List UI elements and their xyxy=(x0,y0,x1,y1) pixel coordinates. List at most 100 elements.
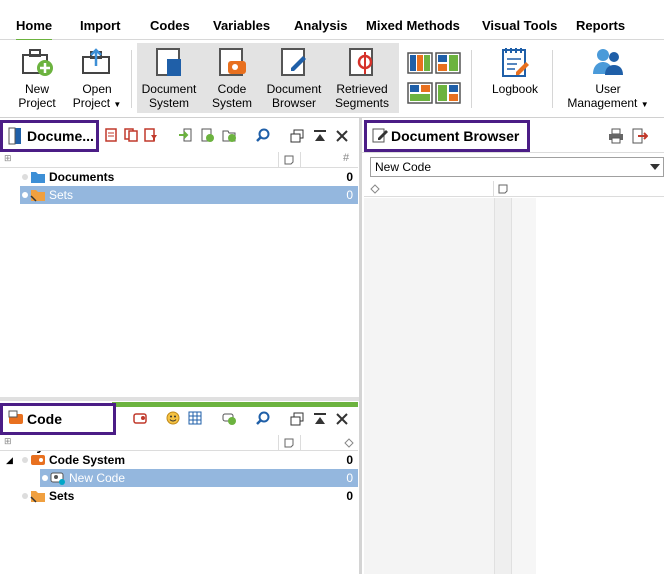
logbook-icon xyxy=(502,48,529,77)
filter-document-icon[interactable] xyxy=(144,128,158,142)
code-column-icon xyxy=(370,184,380,194)
search-icon[interactable] xyxy=(256,411,270,425)
tab-analysis[interactable]: Analysis xyxy=(294,18,347,33)
maximize-icon[interactable] xyxy=(313,412,327,426)
layout-2-icon[interactable] xyxy=(435,52,461,74)
tree-row-new-code[interactable]: New Code 0 xyxy=(40,469,358,487)
ribbon-separator xyxy=(552,50,553,108)
tree-count: 0 xyxy=(346,188,353,202)
retrieved-segments-button[interactable]: Retrieved Segments xyxy=(330,46,394,116)
tab-reports[interactable]: Reports xyxy=(576,18,625,33)
new-project-button[interactable]: New Project xyxy=(8,46,66,116)
browser-column-header xyxy=(364,181,664,197)
layout-4-icon[interactable] xyxy=(435,82,461,104)
pane-splitter-horizontal[interactable] xyxy=(0,397,359,401)
maximize-icon[interactable] xyxy=(313,129,327,143)
open-project-button[interactable]: Open Project ▼ xyxy=(68,46,126,116)
import-icon[interactable] xyxy=(178,128,192,142)
new-project-label-2: Project xyxy=(18,96,56,110)
bullet-icon xyxy=(22,457,28,463)
ribbon-separator xyxy=(131,50,132,108)
pane-splitter-vertical[interactable] xyxy=(359,118,362,574)
user-management-label-2: Management ▼ xyxy=(567,96,649,110)
tab-import[interactable]: Import xyxy=(80,18,120,33)
tab-mixed-methods[interactable]: Mixed Methods xyxy=(366,18,460,33)
tree-row-documents[interactable]: Documents 0 xyxy=(0,168,358,186)
code-select-dropdown[interactable]: New Code xyxy=(370,157,664,177)
close-icon[interactable] xyxy=(335,129,349,143)
tab-visual-tools[interactable]: Visual Tools xyxy=(482,18,557,33)
code-matrix-icon[interactable] xyxy=(188,411,202,425)
document-browser-icon xyxy=(281,48,306,76)
count-column-header: # xyxy=(343,152,350,164)
documents-folder-icon xyxy=(31,172,45,183)
tree-toggle-icon[interactable]: ⊞ xyxy=(4,153,12,164)
copy-document-icon[interactable] xyxy=(124,128,138,142)
tab-codes[interactable]: Codes xyxy=(150,18,190,33)
new-project-icon xyxy=(22,49,53,76)
bullet-icon xyxy=(22,192,28,198)
new-folder-icon[interactable] xyxy=(222,128,236,142)
search-icon[interactable] xyxy=(256,128,270,142)
open-project-icon xyxy=(82,48,110,74)
user-management-label-1: User xyxy=(595,82,621,96)
document-browser-label-2: Browser xyxy=(271,96,316,110)
new-code-set-icon[interactable] xyxy=(222,411,236,425)
code-system-icon xyxy=(8,410,23,424)
retrieved-segments-icon xyxy=(349,48,373,76)
code-margin-area[interactable] xyxy=(364,198,494,574)
code-system-label-1: Code xyxy=(217,82,247,96)
new-document-icon[interactable] xyxy=(104,128,118,142)
chevron-down-icon xyxy=(650,164,660,170)
document-browser-button[interactable]: Document Browser xyxy=(262,46,326,116)
tree-label: Documents xyxy=(49,170,115,184)
tree-toggle-icon[interactable]: ⊞ xyxy=(4,436,12,447)
logbook-button[interactable]: Logbook xyxy=(486,46,544,116)
tree-row-code-sets[interactable]: Sets 0 xyxy=(0,487,358,505)
users-icon xyxy=(593,49,623,75)
paragraph-margin-area xyxy=(512,198,536,574)
tree-label: Code System xyxy=(49,453,126,467)
print-icon[interactable] xyxy=(608,128,624,144)
layout-3-icon[interactable] xyxy=(407,82,433,104)
document-text-area[interactable] xyxy=(536,198,664,574)
frequency-column-icon xyxy=(344,438,354,448)
tree-count: 0 xyxy=(346,471,353,485)
panel-divider xyxy=(362,152,664,153)
document-browser-icon xyxy=(372,128,388,143)
tab-home[interactable]: Home xyxy=(16,18,53,42)
code-icon xyxy=(50,472,65,485)
undock-icon[interactable] xyxy=(290,412,304,426)
tab-variables[interactable]: Variables xyxy=(213,18,270,33)
code-system-button[interactable]: Code System xyxy=(203,46,261,116)
layout-1-icon[interactable] xyxy=(407,52,433,74)
ribbon-separator xyxy=(471,50,472,108)
code-system-root-icon xyxy=(31,455,45,465)
export-icon[interactable] xyxy=(632,128,648,144)
code-column-header: ⊞ xyxy=(0,435,358,451)
memo-margin-area[interactable] xyxy=(494,198,512,574)
document-system-icon xyxy=(8,127,21,145)
retrieved-segments-label-1: Retrieved xyxy=(336,82,388,96)
dropdown-arrow-icon: ▼ xyxy=(640,100,649,109)
close-icon[interactable] xyxy=(335,412,349,426)
tree-row-code-system[interactable]: ◢ Code System 0 xyxy=(0,451,358,469)
expand-arrow-icon[interactable]: ◢ xyxy=(6,451,13,469)
undock-icon[interactable] xyxy=(290,129,304,143)
memo-column-icon xyxy=(284,438,294,448)
document-browser-title: Document Browser xyxy=(364,120,530,152)
document-system-label-1: Document xyxy=(141,82,197,96)
document-system-title-text: Docume... xyxy=(27,128,94,144)
code-select-value: New Code xyxy=(375,160,432,174)
document-system-button[interactable]: Document System xyxy=(138,46,200,116)
user-management-button[interactable]: User Management ▼ xyxy=(564,46,652,116)
maxqda-window: Home Import Codes Variables Analysis Mix… xyxy=(0,0,664,574)
logbook-label: Logbook xyxy=(491,82,539,96)
sets-folder-icon xyxy=(30,491,45,503)
new-text-icon[interactable] xyxy=(200,128,214,142)
tree-row-sets[interactable]: Sets 0 xyxy=(20,186,358,204)
document-system-icon xyxy=(156,48,181,76)
tree-label: Sets xyxy=(49,489,75,503)
new-code-icon[interactable] xyxy=(133,411,147,425)
emoticode-icon[interactable] xyxy=(166,411,180,425)
